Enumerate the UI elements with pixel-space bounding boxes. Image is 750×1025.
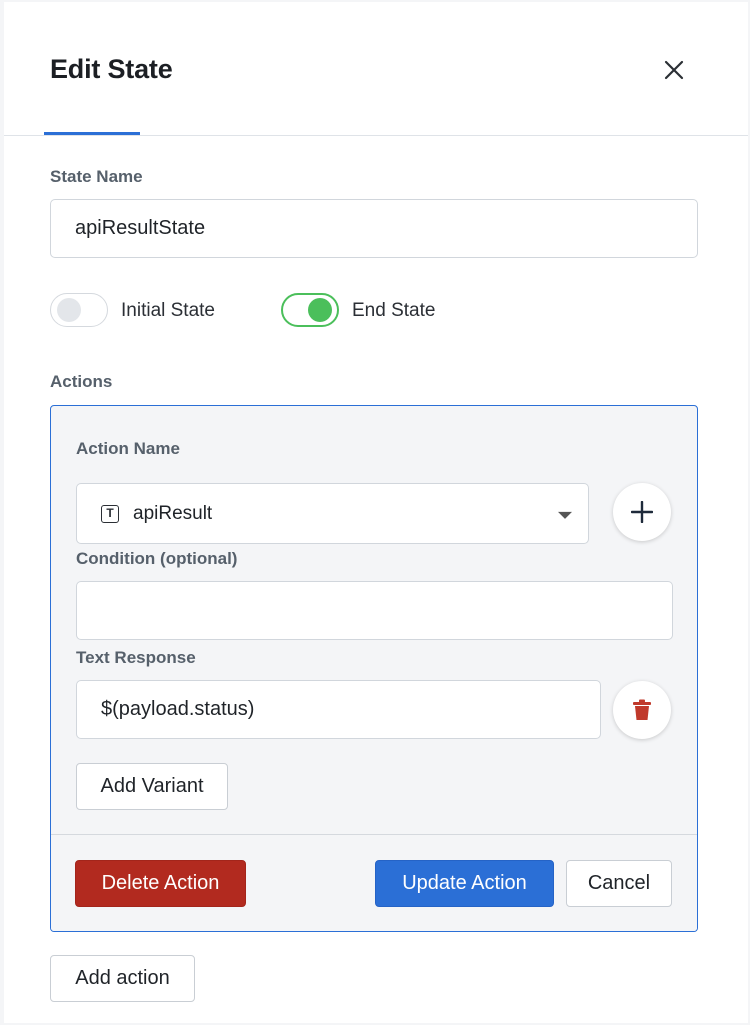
- action-card-footer: Delete Action Update Action Cancel: [51, 834, 697, 931]
- panel-header: Edit State: [4, 2, 748, 136]
- text-type-icon: T: [101, 504, 119, 523]
- add-action-button[interactable]: Add action: [50, 955, 195, 1002]
- condition-input[interactable]: [76, 581, 673, 640]
- trash-icon: [633, 699, 651, 720]
- edit-state-panel: Edit State State Name Initial State End …: [4, 2, 748, 1023]
- state-name-label: State Name: [50, 167, 143, 186]
- plus-icon: [631, 501, 653, 523]
- action-name-select[interactable]: T apiResult: [76, 483, 589, 544]
- cancel-button[interactable]: Cancel: [566, 860, 672, 907]
- delete-response-button[interactable]: [613, 681, 671, 739]
- page-title: Edit State: [50, 54, 173, 84]
- chevron-down-icon: [558, 511, 572, 519]
- action-name-value: apiResult: [133, 502, 213, 524]
- close-button[interactable]: [658, 54, 690, 86]
- initial-state-label: Initial State: [121, 300, 215, 321]
- active-tab-indicator: [44, 132, 140, 135]
- end-state-toggle[interactable]: [281, 293, 339, 327]
- text-response-label: Text Response: [76, 648, 196, 667]
- toggle-knob: [308, 298, 332, 322]
- condition-label: Condition (optional): [76, 549, 238, 568]
- end-state-label: End State: [352, 300, 436, 321]
- action-editor-card: Action Name T apiResult Condition (optio…: [50, 405, 698, 932]
- toggle-knob: [57, 298, 81, 322]
- update-action-button[interactable]: Update Action: [375, 860, 554, 907]
- close-icon: [664, 60, 684, 80]
- actions-label: Actions: [50, 372, 113, 391]
- add-action-name-button[interactable]: [613, 483, 671, 541]
- add-variant-button[interactable]: Add Variant: [76, 763, 228, 810]
- delete-action-button[interactable]: Delete Action: [75, 860, 246, 907]
- state-name-input[interactable]: [50, 199, 698, 258]
- action-name-label: Action Name: [76, 439, 180, 458]
- text-response-input[interactable]: [76, 680, 601, 739]
- initial-state-toggle[interactable]: [50, 293, 108, 327]
